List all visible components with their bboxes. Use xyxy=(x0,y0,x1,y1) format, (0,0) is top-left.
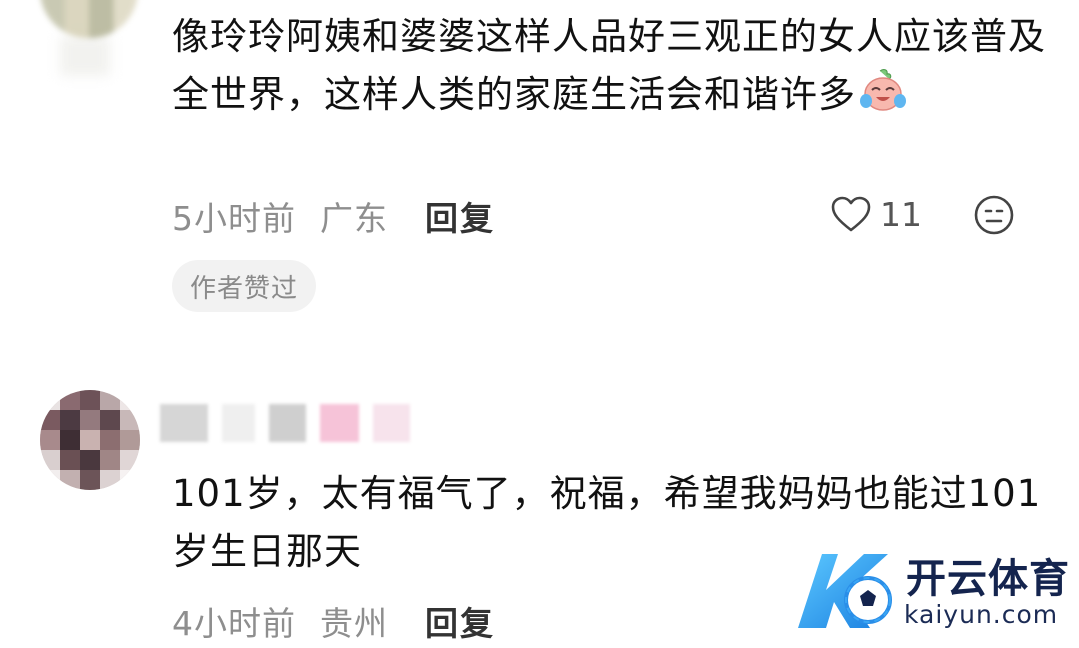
kaiyun-logo-icon xyxy=(798,554,892,628)
like-count: 11 xyxy=(880,194,922,234)
avatar-shadow xyxy=(60,36,110,76)
watermark-url: kaiyun.com xyxy=(904,600,1059,629)
reply-button[interactable]: 回复 xyxy=(425,597,495,645)
author-liked-badge: 作者赞过 xyxy=(172,260,317,312)
reply-button[interactable]: 回复 xyxy=(425,192,495,240)
avatar[interactable] xyxy=(40,0,138,38)
comment-location: 贵州 xyxy=(320,604,388,643)
comment-location: 广东 xyxy=(320,199,388,238)
comment-text-body: 像玲玲阿姨和婆婆这样人品好三观正的女人应该普及全世界，这样人类的家庭生活会和谐许… xyxy=(172,15,1046,116)
comment-time: 4小时前 xyxy=(172,604,296,643)
avatar[interactable] xyxy=(40,390,140,490)
like-button[interactable]: 11 xyxy=(830,192,922,236)
heart-icon xyxy=(831,196,871,232)
crying-laughing-emoji-icon xyxy=(860,69,906,111)
watermark-brand: 开云体育 xyxy=(906,556,1070,602)
kaiyun-watermark: 开云体育 kaiyun.com xyxy=(792,540,1072,640)
comment-text: 像玲玲阿姨和婆婆这样人品好三观正的女人应该普及全世界，这样人类的家庭生活会和谐许… xyxy=(172,8,1052,124)
emoji-reaction-icon[interactable] xyxy=(972,193,1016,237)
username-redacted[interactable] xyxy=(160,400,410,446)
comment-time: 5小时前 xyxy=(172,199,296,238)
comment-list: 像玲玲阿姨和婆婆这样人品好三观正的女人应该普及全世界，这样人类的家庭生活会和谐许… xyxy=(0,0,1079,648)
